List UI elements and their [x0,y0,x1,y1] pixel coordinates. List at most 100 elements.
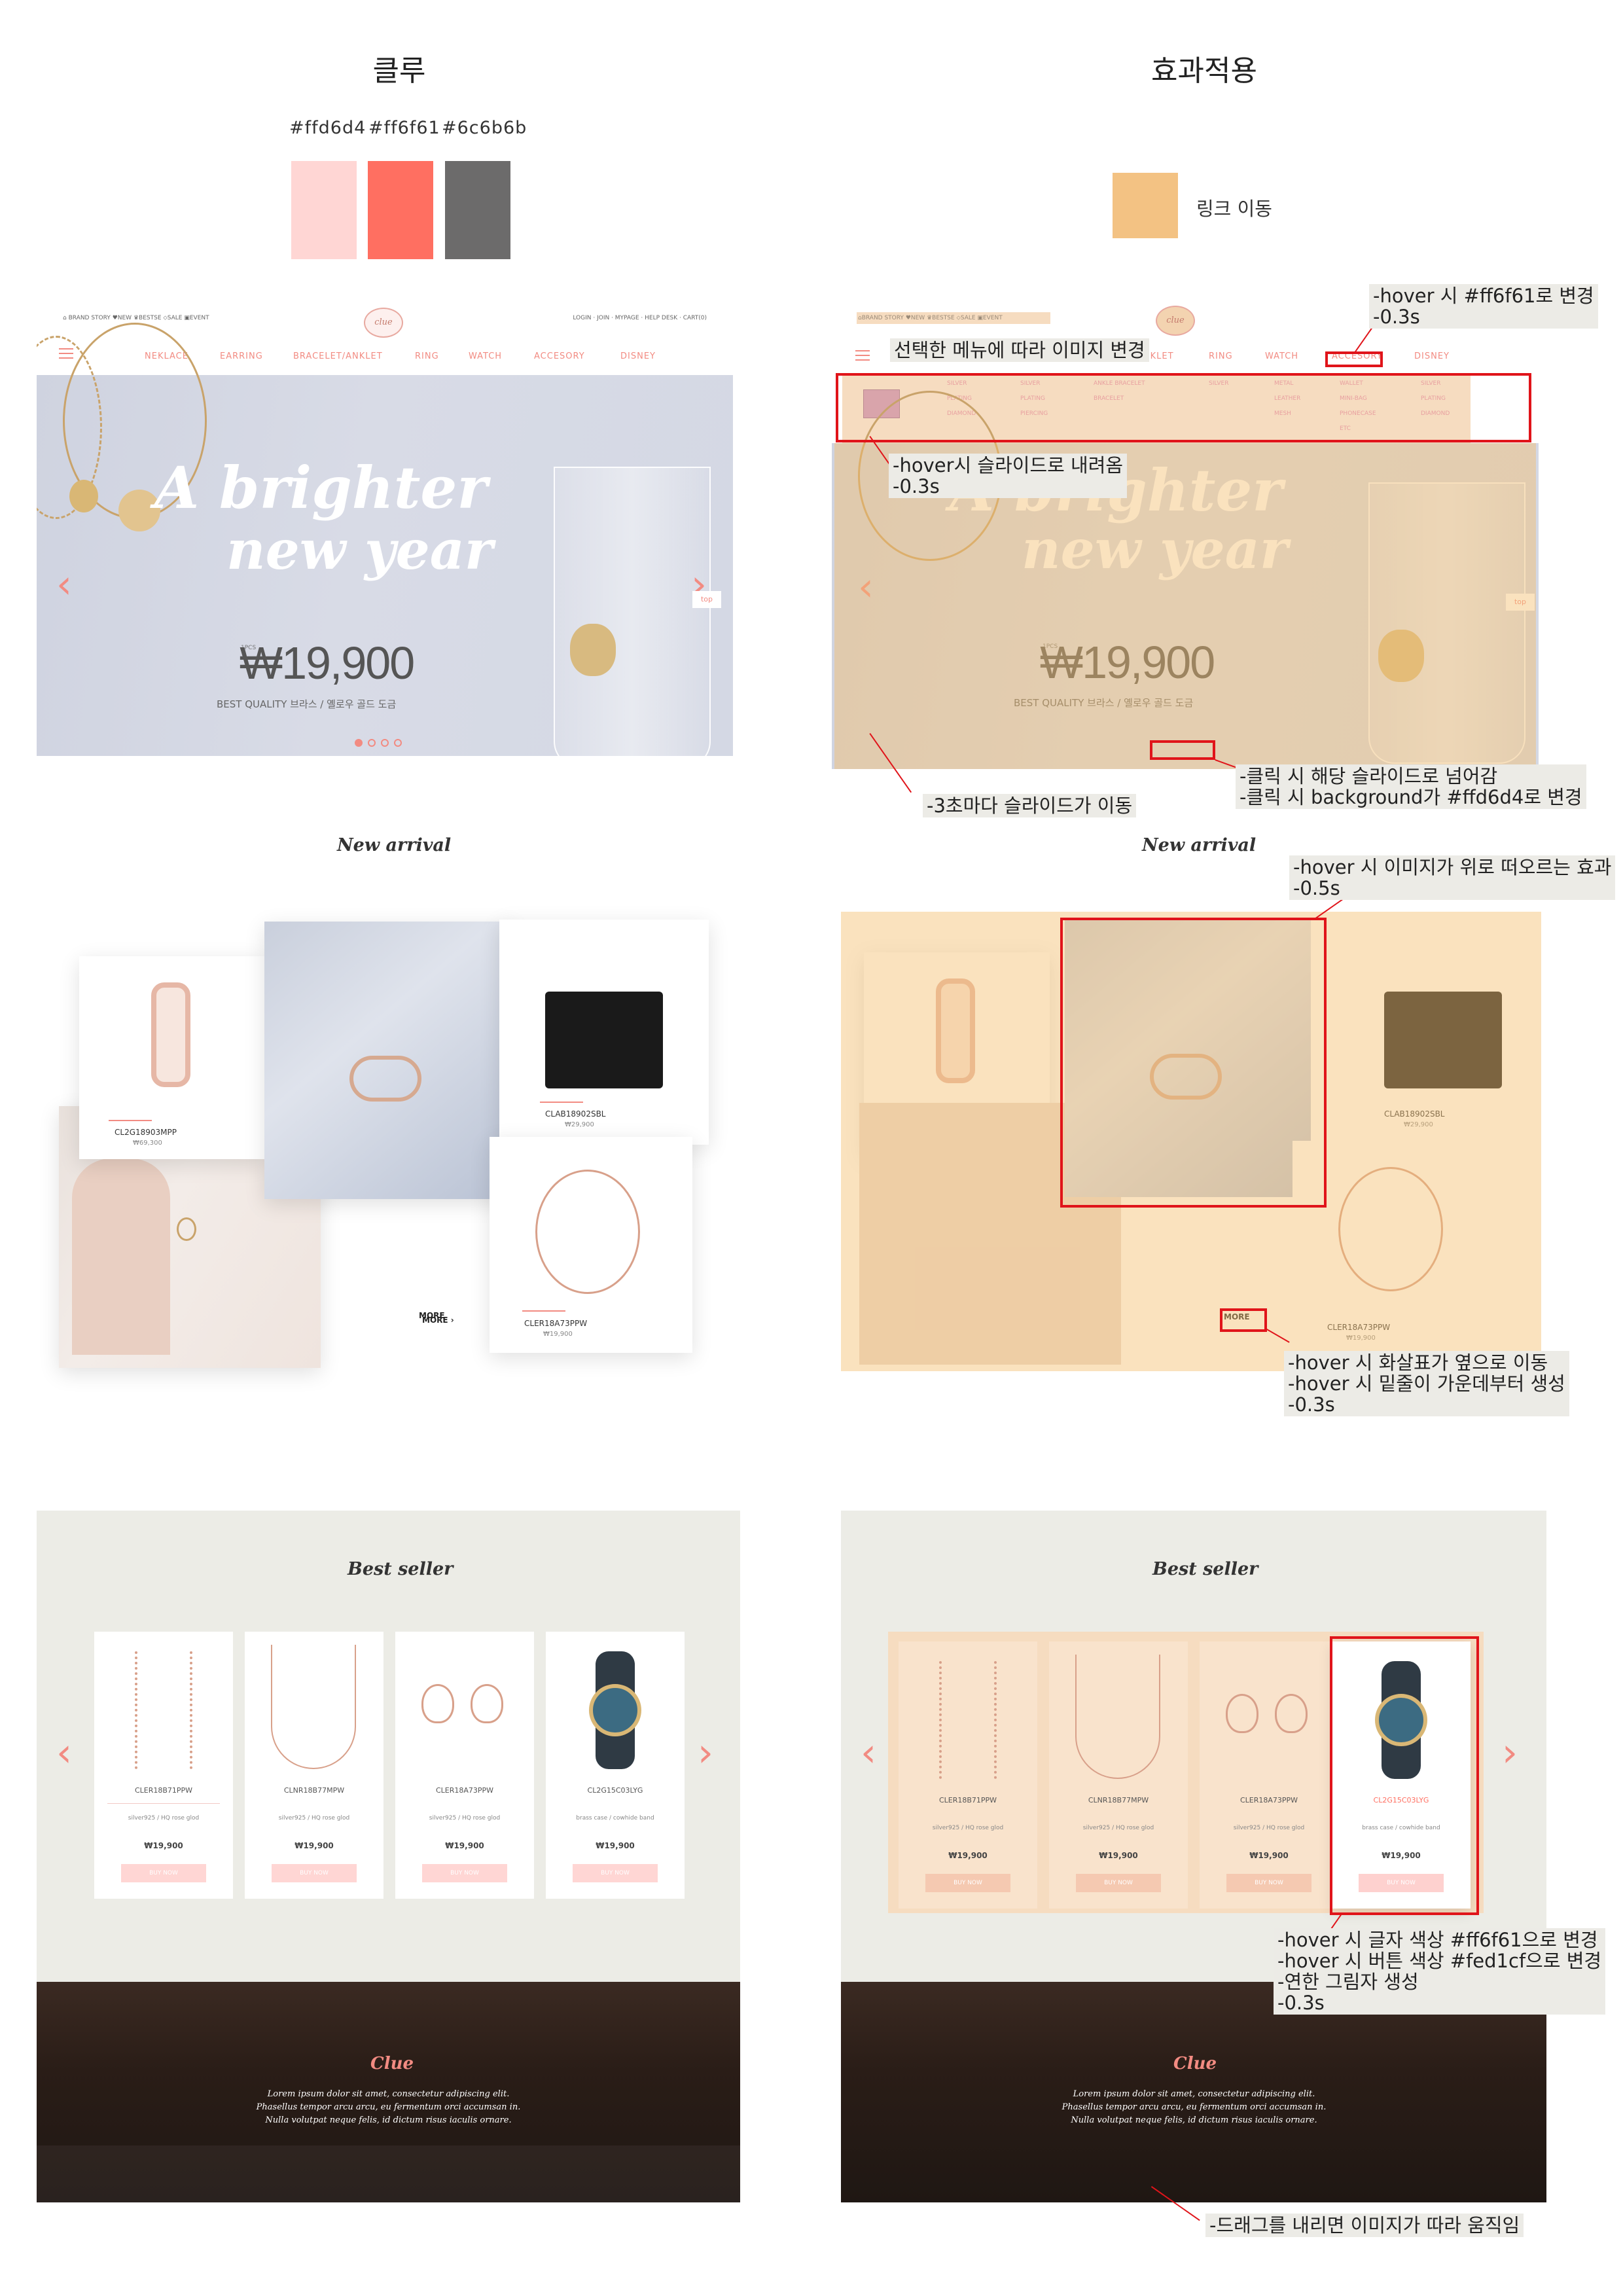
nav-ring[interactable]: RING [415,351,439,361]
best-item-desc: silver925 / HQ rose glod [278,1815,350,1821]
slider-dot-2[interactable] [368,739,376,747]
best-item-name: CLER18A73PPW [1240,1796,1298,1804]
best-item-2[interactable]: CLNR18B77MPW silver925 / HQ rose glod ₩1… [245,1632,383,1899]
best-item-3[interactable]: CLER18A73PPW silver925 / HQ rose glod ₩1… [1200,1641,1338,1909]
earring-drop-image [135,1651,192,1769]
earring-photo [264,922,513,1199]
link-event[interactable]: EVENT [983,315,1003,321]
palette-hex-3: #6c6b6b [442,118,527,138]
carousel-next-icon[interactable]: › [698,1733,713,1772]
product-price: ₩29,900 [565,1121,594,1128]
crown-icon: ♛ [133,315,139,321]
top-button[interactable]: top [692,591,721,608]
hero-title-line2: new year [226,519,493,582]
best-item-name: CLNR18B77MPW [1088,1796,1149,1804]
annotation-menu-hover: -hover 시 #ff6f61로 변경 -0.3s [1369,284,1598,329]
logo[interactable]: clue [364,308,403,338]
best-item-price: ₩19,900 [1099,1851,1138,1860]
banner-text: Lorem ipsum dolor sit amet, consectetur … [256,2089,521,2125]
buy-now-button[interactable]: BUY NOW [925,1874,1010,1892]
hand-shape [72,1158,170,1355]
hero-caption: BEST QUALITY 브라스 / 옐로우 골드 도금 [217,698,397,710]
best-item-price: ₩19,900 [1249,1851,1289,1860]
slider-dot-3[interactable] [381,739,389,747]
annotation-mega-slide: -hover시 슬라이드로 내려옴 -0.3s [889,454,1128,498]
best-item-desc: brass case / cowhide band [576,1815,654,1821]
logo[interactable]: clue [1156,306,1195,336]
product-price: ₩19,900 [543,1331,573,1338]
left-hero-mockup: ⌂ BRAND STORY ♥NEW ♛BESTSE ⬦SALE ▣EVENT … [37,298,733,756]
carousel-next-icon[interactable]: › [1502,1733,1518,1772]
stud-earring-right [1275,1694,1308,1733]
best-item-price: ₩19,900 [948,1851,988,1860]
hero-title-line1: A brighter [154,454,488,522]
more-link[interactable]: MORE [419,1311,445,1320]
buy-now-button[interactable]: BUY NOW [422,1864,507,1882]
necklace-image [1075,1655,1160,1779]
link-new[interactable]: NEW [118,315,132,321]
nav-disney[interactable]: DISNEY [620,351,656,361]
link-best[interactable]: BESTSE [139,315,161,321]
best-item-1[interactable]: CLER18B71PPW silver925 / HQ rose glod ₩1… [899,1641,1037,1909]
best-item-desc: silver925 / HQ rose glod [932,1825,1004,1831]
pendant-hexagon [570,624,616,676]
hamburger-icon[interactable] [855,350,870,361]
best-item-3[interactable]: CLER18A73PPW silver925 / HQ rose glod ₩1… [395,1632,534,1899]
slider-dot-1[interactable] [355,739,363,747]
best-item-2[interactable]: CLNR18B77MPW silver925 / HQ rose glod ₩1… [1049,1641,1188,1909]
banner-title: Clue [370,2054,414,2073]
link-sale[interactable]: SALE [961,315,976,321]
right-hero-mockup: ⌂BRAND STORY ♥NEW ♛BESTSE ⬦SALE ▣EVENT c… [832,298,1539,769]
product-card-bracelet[interactable]: CLER18A73PPW ₩19,900 [490,1137,692,1353]
account-links[interactable]: LOGIN · JOIN · MYPAGE · HELP DESK · CART… [573,315,707,321]
buy-now-button[interactable]: BUY NOW [573,1864,658,1882]
annotation-image-float: -hover 시 이미지가 위로 떠오르는 효과 -0.5s [1289,855,1616,900]
banner-text: Lorem ipsum dolor sit amet, consectetur … [1061,2089,1327,2125]
annotation-menu-image: 선택한 메뉴에 따라 이미지 변경 [890,338,1149,362]
best-item-4[interactable]: CL2G15C03LYG brass case / cowhide band ₩… [546,1632,685,1899]
nav-watch[interactable]: WATCH [1265,351,1298,361]
best-seller-section: Best seller ‹ › CLER18B71PPW silver925 /… [37,1511,740,1982]
product-card-watch[interactable]: CL2G18903MPP ₩69,300 [79,956,265,1159]
buy-now-button[interactable]: BUY NOW [1226,1874,1311,1892]
buy-now-button[interactable]: BUY NOW [272,1864,357,1882]
stud-earring-right [471,1684,503,1723]
link-new[interactable]: NEW [911,315,925,321]
carousel-prev-icon[interactable]: ‹ [861,1733,876,1772]
carousel-prev-icon[interactable]: ‹ [56,1733,72,1772]
topbar-links: ⌂BRAND STORY ♥NEW ♛BESTSE ⬦SALE ▣EVENT [858,315,1003,321]
necklace-pendant [177,1217,196,1241]
link-event[interactable]: EVENT [190,315,209,321]
nav-bracelet[interactable]: BRACELET/ANKLET [293,351,383,361]
nav-watch[interactable]: WATCH [469,351,502,361]
nav-accesory[interactable]: ACCESORY [534,351,585,361]
slider-prev-icon[interactable]: ‹ [56,565,72,604]
pendant-coin [69,480,98,512]
best-item-name: CL2G15C03LYG [587,1786,643,1795]
topbar-links: ⌂ BRAND STORY ♥NEW ♛BESTSE ⬦SALE ▣EVENT [63,315,209,321]
link-brand-story[interactable]: BRAND STORY [69,315,111,321]
watch-face-image [589,1684,641,1736]
heart-icon: ♥ [905,315,911,321]
nav-earring[interactable]: EARRING [220,351,263,361]
footer-banner: Clue Lorem ipsum dolor sit amet, consect… [37,1982,740,2202]
best-item-price: ₩19,900 [596,1841,635,1850]
new-arrival-title: New arrival [337,835,452,855]
buy-now-button[interactable]: BUY NOW [1076,1874,1161,1892]
bracelet-image [535,1170,640,1294]
link-best[interactable]: BESTSE [932,315,954,321]
product-card-wallet[interactable]: CLAB18902SBL ₩29,900 [499,920,709,1145]
underline [109,1120,152,1121]
product-name: CL2G18903MPP [115,1128,177,1137]
nav-disney[interactable]: DISNEY [1414,351,1450,361]
swatch-light-pink [291,161,357,259]
link-brand-story[interactable]: BRAND STORY [862,315,904,321]
buy-now-button[interactable]: BUY NOW [121,1864,206,1882]
link-sale[interactable]: SALE [168,315,183,321]
best-item-1[interactable]: CLER18B71PPW silver925 / HQ rose glod ₩1… [94,1632,233,1899]
wallet-image [545,992,663,1088]
link-legend-label: 링크 이동 [1196,198,1272,220]
nav-ring[interactable]: RING [1209,351,1233,361]
footer-banner: Clue Lorem ipsum dolor sit amet, consect… [841,1982,1546,2202]
slider-dot-4[interactable] [394,739,402,747]
